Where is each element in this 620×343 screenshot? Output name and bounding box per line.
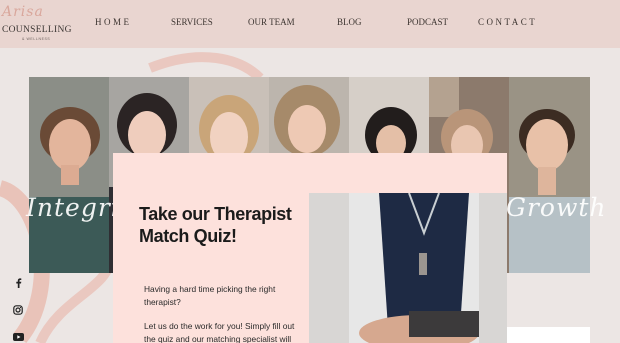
top-navigation: Arisa COUNSELLING & WELLNESS HOME SERVIC… xyxy=(0,0,620,48)
logo-subtitle: & WELLNESS xyxy=(22,37,51,41)
nav-home[interactable]: HOME xyxy=(95,17,132,27)
quiz-description-text: Let us do the work for you! Simply fill … xyxy=(144,321,295,343)
content-edge xyxy=(507,327,590,343)
team-photo-7 xyxy=(509,77,590,273)
nav-contact[interactable]: CONTACT xyxy=(478,17,537,27)
team-photo-1 xyxy=(29,77,109,273)
nav-our-team[interactable]: OUR TEAM xyxy=(248,17,295,27)
brand-logo[interactable]: Arisa COUNSELLING & WELLNESS xyxy=(0,4,72,44)
hero-word-growth: Growth xyxy=(506,193,607,222)
quiz-card: Take our Therapist Match Quiz! Having a … xyxy=(113,153,507,343)
nav-blog[interactable]: BLOG xyxy=(337,17,362,27)
logo-wordmark: COUNSELLING xyxy=(2,25,72,35)
quiz-intro-text: Having a hard time picking the right the… xyxy=(144,284,276,307)
facebook-icon[interactable] xyxy=(11,276,25,290)
youtube-icon[interactable] xyxy=(11,330,25,343)
instagram-icon[interactable] xyxy=(11,303,25,317)
quiz-title: Take our Therapist Match Quiz! xyxy=(139,204,292,246)
nav-services[interactable]: SERVICES xyxy=(171,17,213,27)
nav-podcast[interactable]: PODCAST xyxy=(407,17,448,27)
logo-script: Arisa xyxy=(2,4,44,20)
quiz-photo xyxy=(309,193,507,343)
